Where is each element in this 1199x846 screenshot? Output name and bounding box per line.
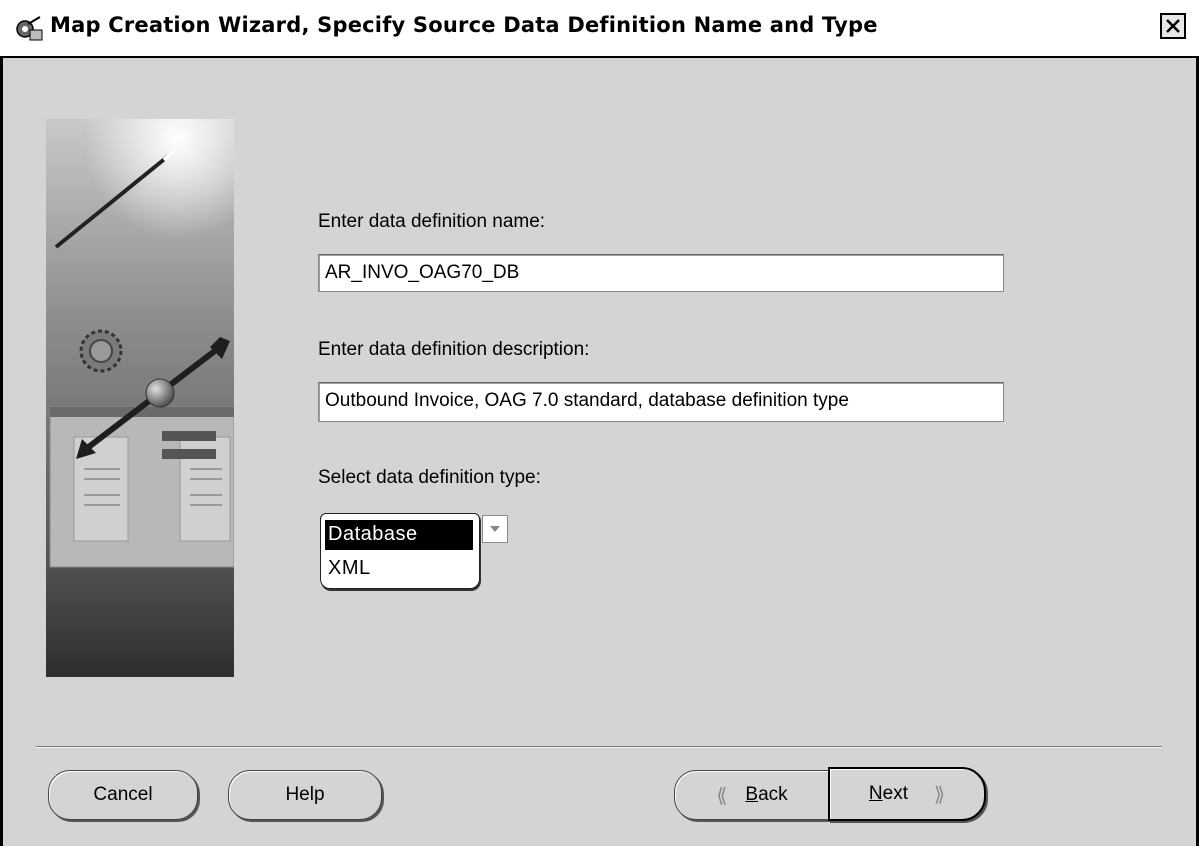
- double-chevron-right-icon: ⟫: [933, 783, 946, 806]
- name-input[interactable]: AR_INVO_OAG70_DB: [318, 254, 1004, 292]
- type-option-xml[interactable]: XML: [325, 554, 371, 584]
- wizard-window: Map Creation Wizard, Specify Source Data…: [0, 0, 1199, 846]
- name-label: Enter data definition name:: [318, 211, 546, 232]
- cancel-button[interactable]: Cancel: [48, 770, 198, 820]
- cancel-button-label: Cancel: [93, 784, 153, 805]
- chevron-down-icon: [490, 526, 500, 532]
- type-option-database[interactable]: Database: [325, 520, 473, 550]
- wizard-app-icon: [16, 16, 43, 41]
- wizard-illustration: [46, 119, 234, 677]
- type-label: Select data definition type:: [318, 467, 541, 488]
- close-button[interactable]: [1160, 13, 1186, 39]
- footer-separator-highlight: [36, 747, 1162, 748]
- close-icon: [1166, 19, 1180, 33]
- back-button-label: Back: [745, 784, 788, 805]
- type-dropdown-button[interactable]: [482, 515, 508, 543]
- title-bar: Map Creation Wizard, Specify Source Data…: [0, 0, 1199, 58]
- window-title: Map Creation Wizard, Specify Source Data…: [50, 13, 878, 37]
- window-frame-left: [0, 58, 3, 846]
- next-button[interactable]: Next ⟫: [828, 767, 986, 821]
- description-input[interactable]: Outbound Invoice, OAG 7.0 standard, data…: [318, 382, 1004, 422]
- double-chevron-left-icon: ⟪: [716, 784, 728, 807]
- type-dropdown-list[interactable]: Database XML: [320, 513, 480, 589]
- description-label: Enter data definition description:: [318, 339, 590, 360]
- next-button-label: Next: [868, 783, 908, 804]
- help-button-label: Help: [285, 784, 325, 805]
- back-button[interactable]: ⟪ Back: [674, 770, 830, 820]
- help-button[interactable]: Help: [228, 770, 382, 820]
